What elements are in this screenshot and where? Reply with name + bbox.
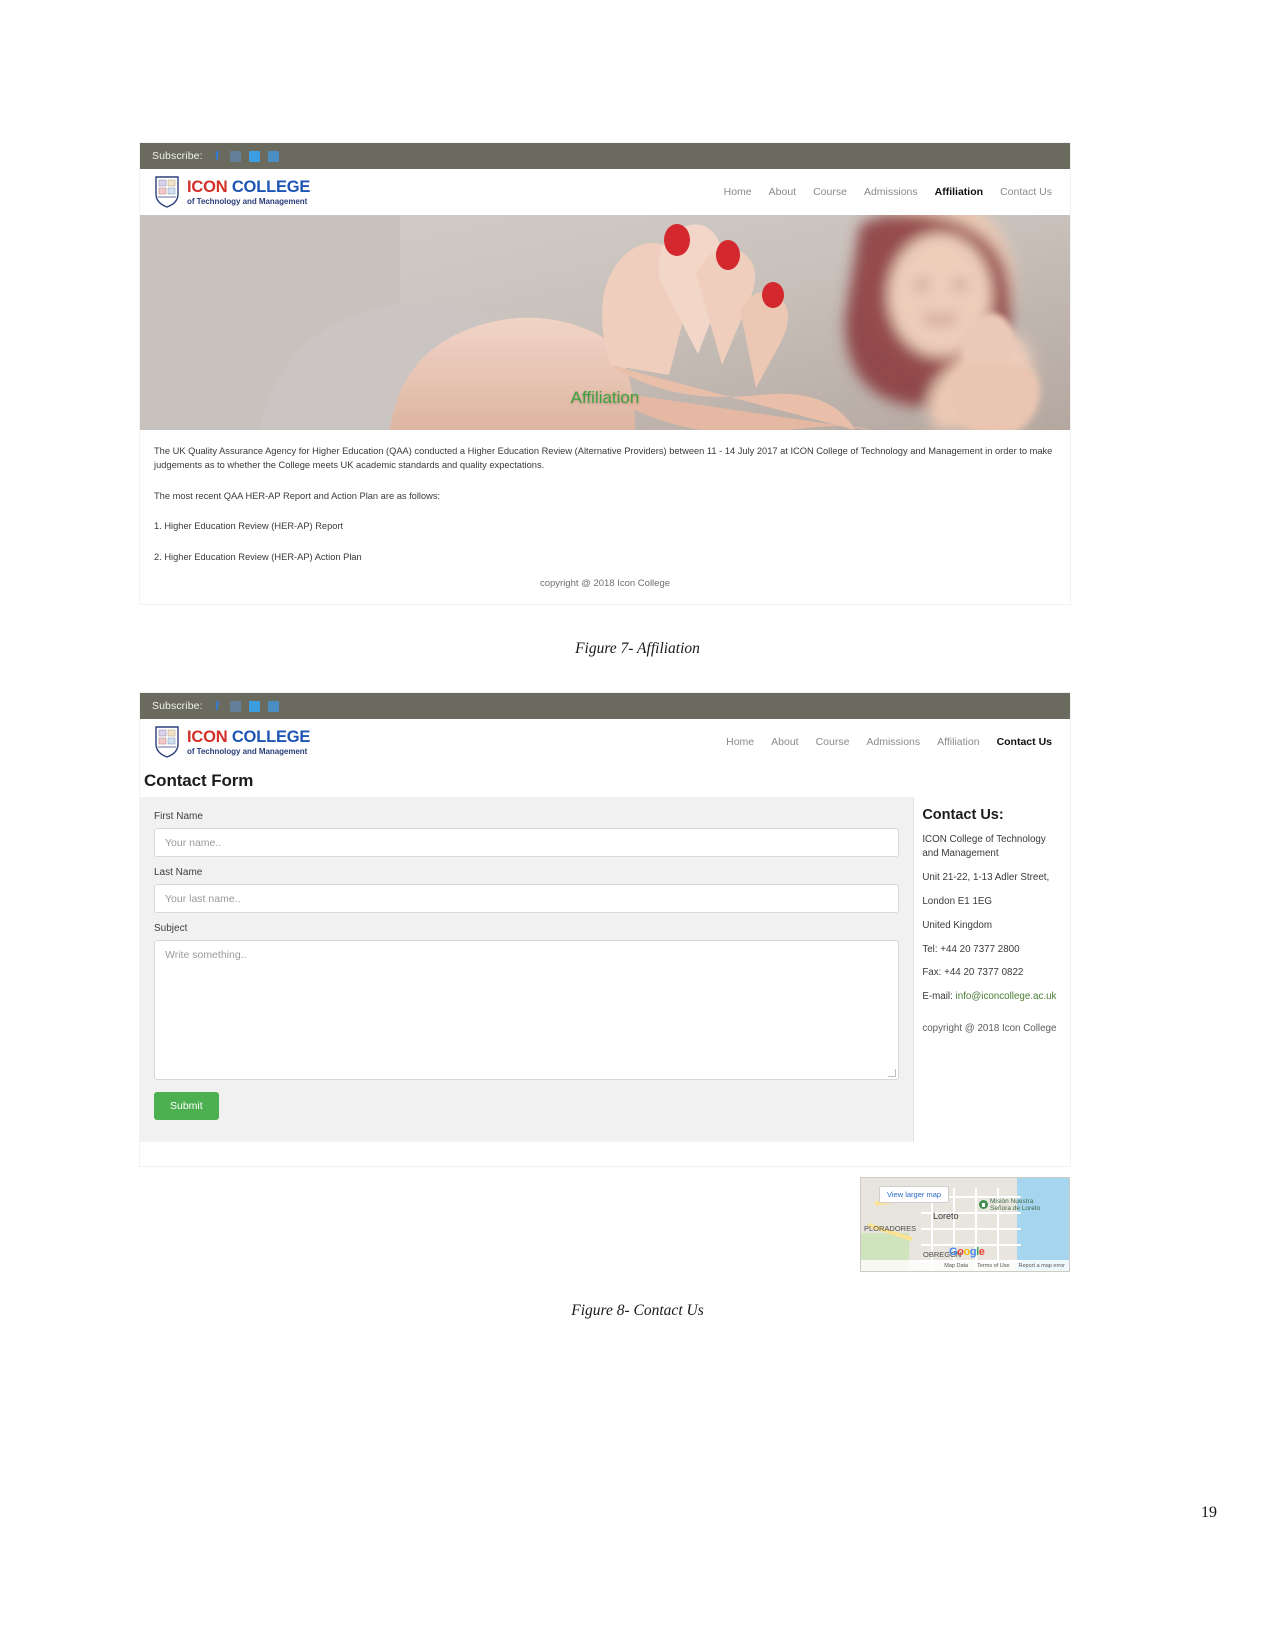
view-larger-map-button[interactable]: View larger map — [879, 1186, 950, 1203]
fax: Fax: +44 20 7377 0822 — [922, 967, 1024, 979]
subject-textarea[interactable]: Write something.. — [154, 940, 900, 1080]
linkedin-icon[interactable] — [267, 150, 279, 162]
nav-item-course[interactable]: Course — [813, 186, 847, 198]
first-name-label: First Name — [154, 811, 203, 822]
map-data-link[interactable]: Map Data — [944, 1263, 968, 1269]
affiliation-paragraph-1: The UK Quality Assurance Agency for High… — [154, 446, 1053, 471]
subject-placeholder: Write something.. — [165, 949, 247, 961]
org-line-2: and Management — [922, 847, 999, 859]
nav-item-home[interactable]: Home — [726, 736, 754, 748]
contact-info-sidebar: Contact Us: ICON College of Technology a… — [914, 797, 1070, 1046]
main-navigation: Home About Course Admissions Affiliation… — [724, 186, 1052, 198]
report-map-error-link[interactable]: Report a map error — [1019, 1263, 1065, 1269]
address-line-2: London E1 1EG — [922, 895, 993, 907]
address-line-3: United Kingdom — [922, 919, 993, 931]
site-copyright: copyright @ 2018 Icon College — [539, 578, 671, 590]
main-navigation-2: Home About Course Admissions Affiliation… — [726, 736, 1052, 748]
brand-name-first: ICON — [187, 177, 228, 196]
map-label-ploradores: PLORADORES — [864, 1224, 917, 1233]
brand-logo-2[interactable]: ICON COLLEGE of Technology and Managemen… — [154, 726, 310, 758]
submit-button[interactable]: Submit — [154, 1092, 219, 1120]
linkedin-icon[interactable] — [267, 700, 279, 712]
last-name-placeholder: Your last name.. — [165, 892, 241, 905]
terms-of-use-link[interactable]: Terms of Use — [977, 1263, 1009, 1269]
last-name-input[interactable]: Your last name.. — [154, 884, 900, 913]
nav-item-course[interactable]: Course — [816, 736, 850, 748]
facebook-icon[interactable]: f — [213, 700, 222, 712]
subscribe-bar-2: Subscribe: f — [140, 693, 1070, 719]
nav-item-admissions[interactable]: Admissions — [864, 186, 918, 198]
brand-name-second: COLLEGE — [231, 177, 311, 196]
telephone: Tel: +44 20 7377 2800 — [922, 943, 1020, 955]
map-road-h3 — [921, 1228, 1021, 1230]
site-header: ICON COLLEGE of Technology and Managemen… — [140, 169, 1070, 215]
hero-caption: Affiliation — [570, 388, 640, 407]
email: E-mail: info@iconcollege.ac.uk — [922, 990, 1070, 1004]
nav-item-affiliation[interactable]: Affiliation — [935, 186, 983, 198]
last-name-label: Last Name — [154, 867, 203, 878]
sidebar-copyright: copyright @ 2018 Icon College — [922, 1023, 1057, 1035]
facebook-icon[interactable]: f — [213, 150, 222, 162]
organisation-name: ICON College of Technology and Managemen… — [922, 833, 1070, 861]
first-name-placeholder: Your name.. — [165, 836, 222, 849]
twitter-icon[interactable] — [248, 150, 260, 162]
nav-item-about[interactable]: About — [771, 736, 798, 748]
twitter-icon[interactable] — [248, 700, 260, 712]
subscribe-label: Subscribe: — [152, 150, 203, 162]
contact-us-heading: Contact Us: — [922, 807, 1004, 823]
brand-name-second: COLLEGE — [231, 727, 311, 746]
first-name-input[interactable]: Your name.. — [154, 828, 900, 857]
brand-tagline: of Technology and Management — [187, 196, 308, 206]
nav-item-home[interactable]: Home — [724, 186, 752, 198]
address-line-1: Unit 21-22, 1-13 Adler Street, — [922, 871, 1050, 883]
hero-banner: Affiliation — [140, 215, 1070, 430]
map-water — [1017, 1178, 1069, 1271]
affiliation-content: The UK Quality Assurance Agency for High… — [140, 430, 1070, 609]
affiliation-paragraph-2: The most recent QAA HER-AP Report and Ac… — [154, 490, 441, 501]
email-label: E-mail: — [922, 991, 956, 1003]
map-footer: Map Data Terms of Use Report a map error — [861, 1260, 1069, 1271]
google-logo: Google — [949, 1246, 985, 1258]
affiliation-list-item-1[interactable]: 1. Higher Education Review (HER-AP) Repo… — [154, 519, 1056, 533]
nav-item-about[interactable]: About — [769, 186, 796, 198]
map-label-loreto: Loreto — [933, 1211, 959, 1221]
brand-logo[interactable]: ICON COLLEGE of Technology and Managemen… — [154, 176, 310, 208]
googleplus-icon[interactable] — [229, 700, 241, 712]
nav-item-affiliation[interactable]: Affiliation — [937, 736, 979, 748]
page-title: Contact Form — [144, 771, 254, 790]
map-poi-pin-icon — [979, 1200, 988, 1209]
page-number: 19 — [1201, 1504, 1217, 1521]
googleplus-icon[interactable] — [229, 150, 241, 162]
google-map-embed[interactable]: Misión Nuestra Señora de Loreto Loreto PL… — [860, 1177, 1070, 1272]
brand-name-first: ICON — [187, 727, 228, 746]
screenshot-affiliation: Subscribe: f ICON COLLEGE of Technology … — [140, 143, 1070, 604]
nav-item-admissions[interactable]: Admissions — [866, 736, 920, 748]
figure-caption-8: Figure 8- Contact Us — [571, 1302, 704, 1319]
contact-form: First Name Your name.. Last Name Your la… — [140, 797, 915, 1142]
subscribe-bar: Subscribe: f — [140, 143, 1070, 169]
college-crest-icon — [154, 726, 180, 758]
brand-tagline: of Technology and Management — [187, 746, 308, 756]
site-header-2: ICON COLLEGE of Technology and Managemen… — [140, 719, 1070, 765]
nav-item-contact-us[interactable]: Contact Us — [997, 736, 1052, 748]
nav-item-contact-us[interactable]: Contact Us — [1000, 186, 1052, 198]
college-crest-icon — [154, 176, 180, 208]
figure-caption-7: Figure 7- Affiliation — [575, 640, 700, 657]
affiliation-list-item-2[interactable]: 2. Higher Education Review (HER-AP) Acti… — [154, 550, 1056, 564]
screenshot-contact-us: Subscribe: f ICON COLLEGE of Technology … — [140, 693, 1070, 1166]
document-page: Subscribe: f ICON COLLEGE of Technology … — [0, 0, 1275, 1650]
email-address[interactable]: info@iconcollege.ac.uk — [956, 991, 1057, 1002]
map-poi-label: Misión Nuestra Señora de Loreto — [990, 1198, 1041, 1213]
subscribe-label-2: Subscribe: — [152, 700, 203, 712]
subject-label: Subject — [154, 923, 188, 934]
org-line-1: ICON College of Technology — [922, 834, 1046, 845]
